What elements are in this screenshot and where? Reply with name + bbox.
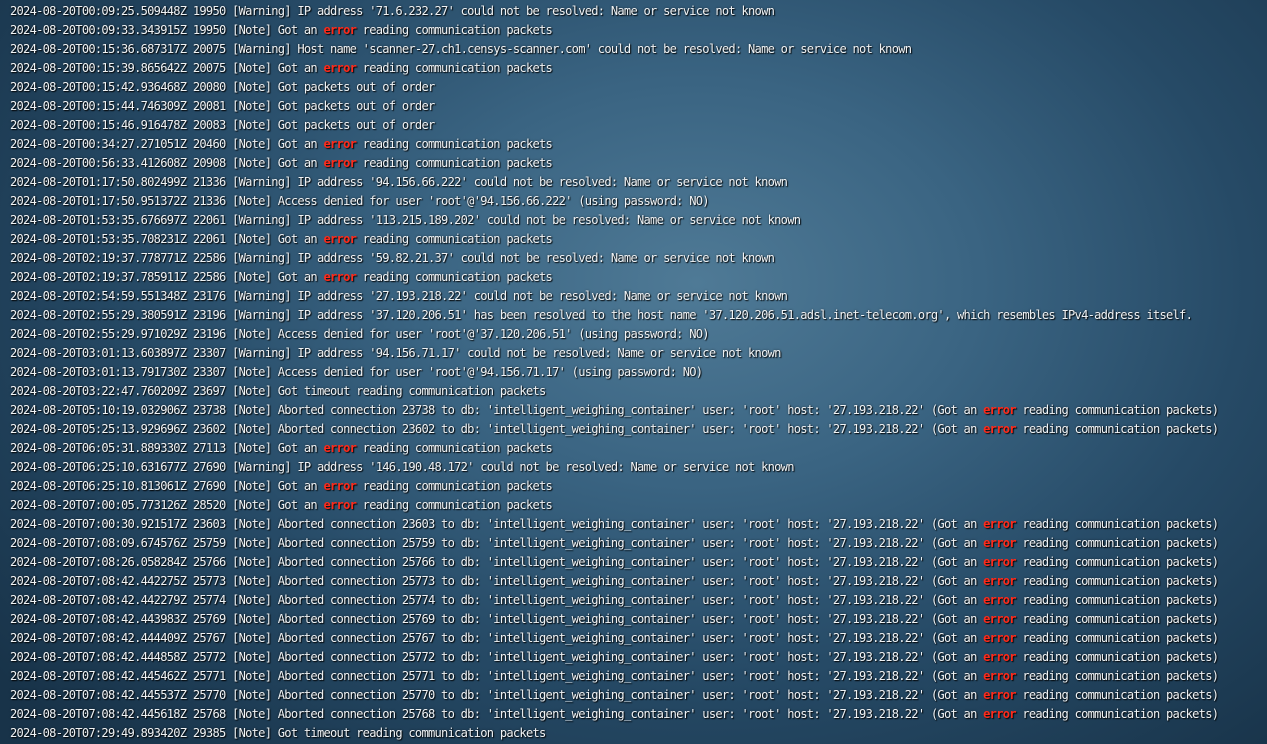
log-line: 2024-08-20T00:34:27.271051Z 20460 [Note]…	[10, 137, 553, 151]
log-line: 2024-08-20T07:08:42.442279Z 25774 [Note]…	[10, 593, 1219, 607]
log-line: 2024-08-20T00:09:33.343915Z 19950 [Note]…	[10, 23, 553, 37]
error-keyword: error	[983, 593, 1016, 607]
log-line: 2024-08-20T01:17:50.802499Z 21336 [Warni…	[10, 175, 788, 189]
log-line: 2024-08-20T02:54:59.551348Z 23176 [Warni…	[10, 289, 788, 303]
log-line: 2024-08-20T05:25:13.929696Z 23602 [Note]…	[10, 422, 1219, 436]
error-keyword: error	[983, 612, 1016, 626]
log-line: 2024-08-20T00:15:39.865642Z 20075 [Note]…	[10, 61, 553, 75]
error-keyword: error	[323, 498, 357, 512]
log-line: 2024-08-20T02:19:37.778771Z 22586 [Warni…	[10, 251, 775, 265]
log-line: 2024-08-20T07:08:42.444409Z 25767 [Note]…	[10, 631, 1219, 645]
log-line: 2024-08-20T07:08:09.674576Z 25759 [Note]…	[10, 536, 1219, 550]
error-keyword: error	[983, 555, 1016, 569]
log-line: 2024-08-20T00:15:36.687317Z 20075 [Warni…	[10, 42, 912, 56]
log-line: 2024-08-20T00:56:33.412608Z 20908 [Note]…	[10, 156, 553, 170]
log-line: 2024-08-20T03:22:47.760209Z 23697 [Note]…	[10, 384, 546, 398]
error-keyword: error	[323, 441, 357, 455]
error-keyword: error	[983, 707, 1016, 721]
error-keyword: error	[983, 574, 1016, 588]
log-line: 2024-08-20T07:08:26.058284Z 25766 [Note]…	[10, 555, 1219, 569]
error-keyword: error	[983, 650, 1016, 664]
log-line: 2024-08-20T02:19:37.785911Z 22586 [Note]…	[10, 270, 553, 284]
log-line: 2024-08-20T07:08:42.443983Z 25769 [Note]…	[10, 612, 1219, 626]
log-line: 2024-08-20T05:10:19.032906Z 23738 [Note]…	[10, 403, 1219, 417]
error-keyword: error	[323, 270, 357, 284]
error-keyword: error	[323, 156, 357, 170]
error-keyword: error	[983, 688, 1016, 702]
log-line: 2024-08-20T01:53:35.708231Z 22061 [Note]…	[10, 232, 553, 246]
log-line: 2024-08-20T06:05:31.889330Z 27113 [Note]…	[10, 441, 553, 455]
log-line: 2024-08-20T06:25:10.813061Z 27690 [Note]…	[10, 479, 553, 493]
error-keyword: error	[983, 403, 1016, 417]
error-keyword: error	[983, 536, 1016, 550]
log-line: 2024-08-20T01:53:35.676697Z 22061 [Warni…	[10, 213, 801, 227]
log-line: 2024-08-20T01:17:50.951372Z 21336 [Note]…	[10, 194, 710, 208]
log-line: 2024-08-20T02:55:29.971029Z 23196 [Note]…	[10, 327, 710, 341]
error-keyword: error	[323, 479, 357, 493]
log-line: 2024-08-20T07:08:42.445462Z 25771 [Note]…	[10, 669, 1219, 683]
log-line: 2024-08-20T00:15:42.936468Z 20080 [Note]…	[10, 80, 435, 94]
log-line: 2024-08-20T03:01:13.791730Z 23307 [Note]…	[10, 365, 703, 379]
log-line: 2024-08-20T07:08:42.444858Z 25772 [Note]…	[10, 650, 1219, 664]
terminal-log-output[interactable]: 2024-08-20T00:09:25.509448Z 19950 [Warni…	[0, 0, 1267, 744]
error-keyword: error	[983, 517, 1016, 531]
log-line: 2024-08-20T07:08:42.445537Z 25770 [Note]…	[10, 688, 1219, 702]
log-line: 2024-08-20T00:15:46.916478Z 20083 [Note]…	[10, 118, 435, 132]
error-keyword: error	[983, 669, 1016, 683]
log-line: 2024-08-20T03:01:13.603897Z 23307 [Warni…	[10, 346, 781, 360]
log-line: 2024-08-20T02:55:29.380591Z 23196 [Warni…	[10, 308, 1193, 322]
log-line: 2024-08-20T00:15:44.746309Z 20081 [Note]…	[10, 99, 435, 113]
log-line: 2024-08-20T06:25:10.631677Z 27690 [Warni…	[10, 460, 794, 474]
log-line: 2024-08-20T00:09:25.509448Z 19950 [Warni…	[10, 4, 775, 18]
log-line: 2024-08-20T07:08:42.445618Z 25768 [Note]…	[10, 707, 1219, 721]
error-keyword: error	[323, 137, 357, 151]
log-line: 2024-08-20T07:29:49.893420Z 29385 [Note]…	[10, 726, 546, 740]
error-keyword: error	[323, 61, 357, 75]
log-line: 2024-08-20T07:08:42.442275Z 25773 [Note]…	[10, 574, 1219, 588]
error-keyword: error	[983, 422, 1016, 436]
error-keyword: error	[323, 23, 357, 37]
log-line: 2024-08-20T07:00:05.773126Z 28520 [Note]…	[10, 498, 553, 512]
log-line: 2024-08-20T07:00:30.921517Z 23603 [Note]…	[10, 517, 1219, 531]
error-keyword: error	[983, 631, 1016, 645]
error-keyword: error	[323, 232, 357, 246]
